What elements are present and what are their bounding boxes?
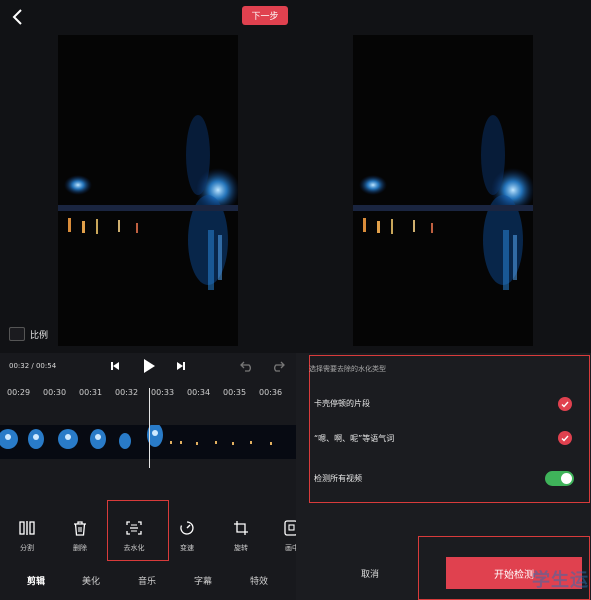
tool-label: 分割 (20, 544, 34, 552)
checkmark-icon[interactable] (558, 431, 572, 445)
tick-label: 00:33 (151, 388, 175, 397)
tool-label: 删除 (73, 544, 87, 552)
tick-label: 00:34 (187, 388, 211, 397)
tab-effects[interactable]: 特效 (250, 574, 268, 587)
ratio-label: 比例 (30, 330, 49, 341)
playhead[interactable] (149, 388, 150, 468)
bottom-tabs: 剪辑 美化 音乐 字幕 特效 (0, 566, 296, 600)
tool-label: 旋转 (234, 544, 248, 552)
rotate-icon (231, 518, 251, 538)
detect-all-toggle[interactable] (545, 471, 574, 486)
tick-label: 00:29 (7, 388, 31, 397)
tick-label: 00:30 (43, 388, 67, 397)
video-track[interactable] (0, 425, 296, 459)
option-label: 卡壳停顿的片段 (314, 399, 370, 408)
tab-edit[interactable]: 剪辑 (27, 574, 45, 587)
options-title: 选择需要去除的水化类型 (309, 365, 386, 373)
ratio-button[interactable]: 比例 (9, 327, 48, 341)
tab-music[interactable]: 音乐 (138, 574, 156, 587)
undo-icon[interactable] (240, 360, 254, 372)
next-step-button[interactable]: 下一步 (242, 6, 288, 25)
trash-icon (70, 518, 90, 538)
playback-time: 00:32 / 00:54 (9, 362, 57, 370)
split-tool[interactable]: 分割 (7, 518, 47, 553)
tick-label: 00:35 (223, 388, 247, 397)
speed-tool[interactable]: 变速 (167, 518, 207, 553)
option-label: “嗯、啊、呢”等语气词 (314, 434, 395, 443)
redo-icon[interactable] (271, 360, 285, 372)
skip-previous-icon[interactable] (110, 361, 120, 371)
delete-tool[interactable]: 删除 (60, 518, 100, 553)
back-arrow-icon[interactable] (10, 8, 26, 26)
cancel-button[interactable]: 取消 (361, 567, 379, 580)
tab-beautify[interactable]: 美化 (82, 574, 100, 587)
tool-label: 变速 (180, 544, 194, 552)
play-icon[interactable] (142, 358, 156, 374)
tab-subtitle[interactable]: 字幕 (194, 574, 212, 587)
checkmark-icon[interactable] (558, 397, 572, 411)
detect-all-label: 检测所有视频 (314, 474, 362, 483)
skip-next-icon[interactable] (176, 361, 186, 371)
tick-label: 00:31 (79, 388, 103, 397)
video-preview-left (58, 35, 238, 346)
rotate-tool[interactable]: 旋转 (221, 518, 261, 553)
watermark-logo: 学生运 (532, 570, 589, 591)
toggle-knob (561, 473, 572, 484)
tick-label: 00:32 (115, 388, 139, 397)
video-preview-right (353, 35, 533, 346)
split-icon (17, 518, 37, 538)
highlight-frame (107, 500, 169, 561)
ratio-icon (9, 327, 25, 341)
tick-label: 00:36 (259, 388, 283, 397)
speed-icon (177, 518, 197, 538)
timeline-ruler[interactable]: 00:29 00:30 00:31 00:32 00:33 00:34 00:3… (0, 388, 296, 406)
